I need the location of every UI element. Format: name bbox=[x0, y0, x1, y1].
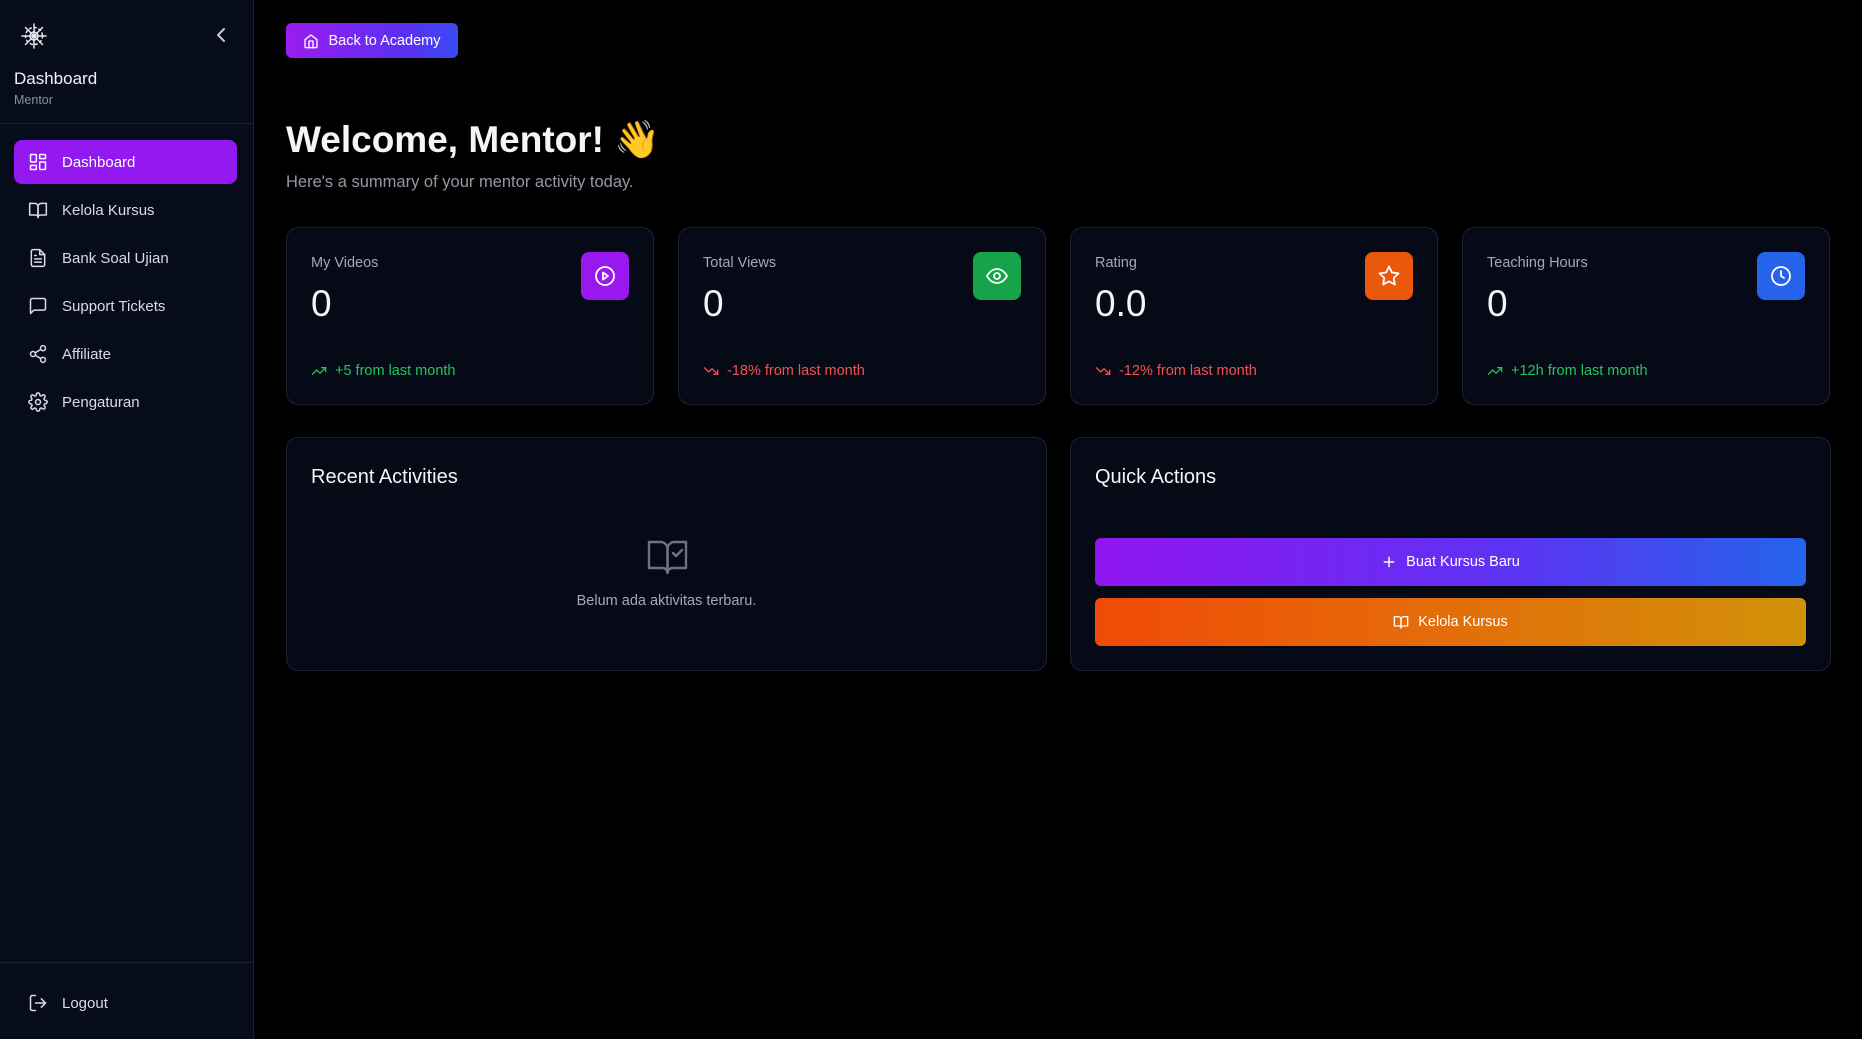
manage-courses-label: Kelola Kursus bbox=[1418, 614, 1508, 630]
stat-value: 0 bbox=[311, 283, 332, 324]
stat-card-rating: Rating 0.0 -12% from last month bbox=[1070, 227, 1438, 405]
trending-down-icon bbox=[703, 367, 719, 375]
sidebar-item-label: Pengaturan bbox=[62, 393, 140, 411]
quick-actions-title: Quick Actions bbox=[1095, 466, 1217, 488]
sidebar-subtitle: Mentor bbox=[14, 93, 53, 107]
layout-dashboard-icon bbox=[29, 153, 47, 171]
sidebar-title: Dashboard bbox=[14, 69, 98, 88]
stat-label: Teaching Hours bbox=[1487, 255, 1588, 271]
stat-card-my-videos: My Videos 0 +5 from last month bbox=[286, 227, 654, 405]
sidebar-item-label: Bank Soal Ujian bbox=[62, 249, 169, 267]
sidebar-item-label: Kelola Kursus bbox=[62, 201, 155, 219]
stat-trend-text: -12% from last month bbox=[1119, 363, 1257, 379]
stat-value: 0 bbox=[703, 283, 724, 324]
sidebar-item-support-tickets[interactable]: Support Tickets bbox=[14, 284, 237, 328]
stat-value: 0.0 bbox=[1095, 283, 1147, 324]
share-icon bbox=[29, 344, 47, 364]
eye-icon bbox=[973, 252, 1021, 300]
logo-icon bbox=[20, 22, 48, 50]
stat-trend: +12h from last month bbox=[1487, 363, 1648, 379]
logout-label: Logout bbox=[62, 994, 108, 1012]
quick-actions-panel: Quick Actions Buat Kursus Baru Kelola Ku… bbox=[1070, 437, 1831, 671]
sidebar-item-kelola-kursus[interactable]: Kelola Kursus bbox=[14, 188, 237, 232]
sidebar-nav: Dashboard Kelola Kursus Bank Soal Ujian … bbox=[14, 140, 237, 428]
message-square-icon bbox=[29, 297, 47, 315]
sidebar-header: Dashboard Mentor bbox=[0, 0, 253, 124]
logout-icon bbox=[29, 994, 47, 1012]
clock-icon bbox=[1757, 252, 1805, 300]
create-course-label: Buat Kursus Baru bbox=[1406, 554, 1520, 570]
star-icon bbox=[1365, 252, 1413, 300]
play-circle-icon bbox=[581, 252, 629, 300]
recent-activities-title: Recent Activities bbox=[311, 466, 458, 488]
book-open-icon bbox=[28, 202, 48, 219]
empty-state-text: Belum ada aktivitas terbaru. bbox=[576, 593, 757, 609]
collapse-sidebar-button[interactable] bbox=[211, 24, 231, 46]
file-text-icon bbox=[30, 248, 46, 268]
sidebar-item-label: Dashboard bbox=[62, 153, 136, 171]
plus-icon bbox=[1383, 556, 1395, 568]
stat-trend: -18% from last month bbox=[703, 363, 865, 379]
book-open-icon bbox=[1393, 616, 1409, 629]
back-to-academy-label: Back to Academy bbox=[328, 32, 441, 49]
stat-trend-text: -18% from last month bbox=[727, 363, 865, 379]
sidebar: Dashboard Mentor Dashboard Kelola Kursus… bbox=[0, 0, 254, 1039]
sidebar-item-label: Affiliate bbox=[62, 345, 111, 363]
book-check-icon bbox=[647, 538, 688, 576]
stat-label: Total Views bbox=[703, 255, 777, 271]
stat-trend: +5 from last month bbox=[311, 363, 455, 379]
sidebar-item-pengaturan[interactable]: Pengaturan bbox=[14, 380, 237, 424]
stat-trend-text: +12h from last month bbox=[1511, 363, 1648, 379]
sidebar-item-bank-soal-ujian[interactable]: Bank Soal Ujian bbox=[14, 236, 237, 280]
back-to-academy-button[interactable]: Back to Academy bbox=[286, 23, 458, 58]
logout-button[interactable]: Logout bbox=[28, 993, 108, 1013]
trending-up-icon bbox=[1487, 367, 1503, 375]
page-title: Welcome, Mentor! 👋 bbox=[286, 119, 661, 160]
trending-up-icon bbox=[311, 367, 327, 375]
page-subtitle: Here's a summary of your mentor activity… bbox=[286, 173, 634, 191]
create-course-button[interactable]: Buat Kursus Baru bbox=[1095, 538, 1806, 586]
chevron-left-icon bbox=[217, 28, 225, 42]
sidebar-item-dashboard[interactable]: Dashboard bbox=[14, 140, 237, 184]
trending-down-icon bbox=[1095, 367, 1111, 375]
stat-trend: -12% from last month bbox=[1095, 363, 1257, 379]
sidebar-item-affiliate[interactable]: Affiliate bbox=[14, 332, 237, 376]
stat-card-teaching-hours: Teaching Hours 0 +12h from last month bbox=[1462, 227, 1830, 405]
stat-trend-text: +5 from last month bbox=[335, 363, 456, 379]
home-icon bbox=[304, 33, 319, 48]
stat-card-total-views: Total Views 0 -18% from last month bbox=[678, 227, 1046, 405]
stat-label: Rating bbox=[1095, 255, 1137, 271]
settings-icon bbox=[28, 392, 48, 412]
sidebar-footer: Logout bbox=[0, 962, 253, 1039]
stat-label: My Videos bbox=[311, 255, 379, 271]
recent-activities-panel: Recent Activities Belum ada aktivitas te… bbox=[286, 437, 1047, 671]
stat-value: 0 bbox=[1487, 283, 1508, 324]
sidebar-item-label: Support Tickets bbox=[62, 297, 166, 315]
manage-courses-button[interactable]: Kelola Kursus bbox=[1095, 598, 1806, 646]
